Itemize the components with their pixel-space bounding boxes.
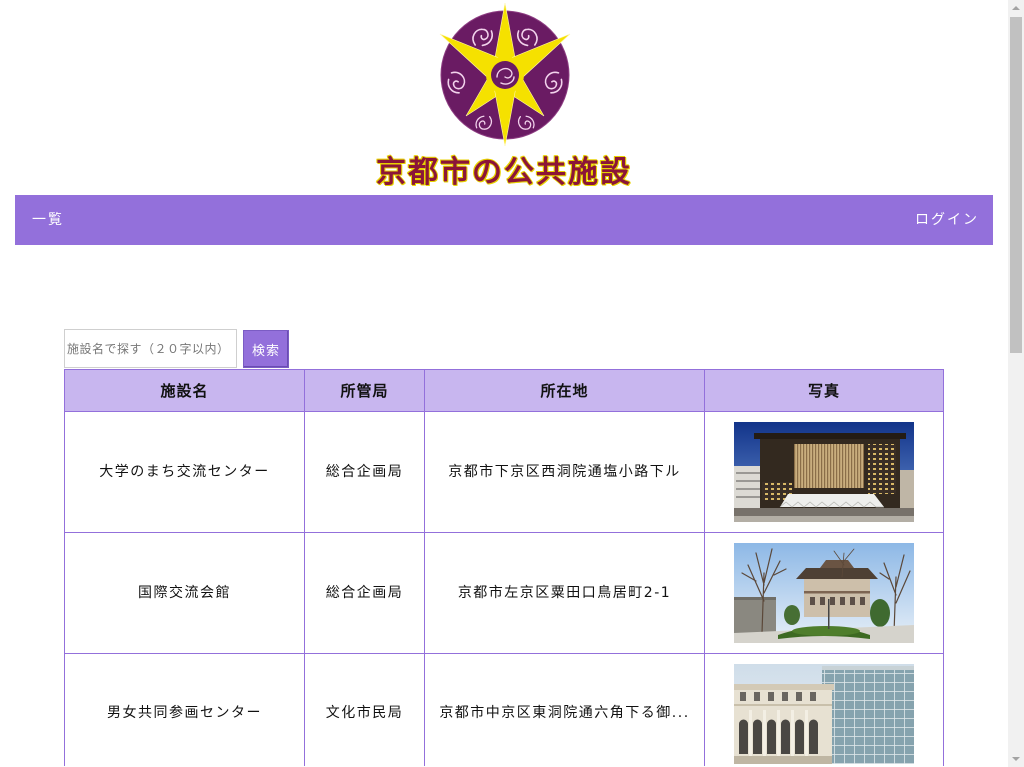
facility-name-cell: 国際交流会館 [65, 533, 305, 654]
facility-address: 京都市左京区粟田口鳥居町2-1 [457, 585, 672, 601]
address-cell: 京都市中京区東洞院通六角下る御... [425, 654, 705, 766]
bureau-name: 文化市民局 [325, 705, 404, 721]
photo-cell [705, 533, 944, 654]
column-header-name: 施設名 [65, 370, 305, 412]
bureau-cell: 文化市民局 [305, 654, 425, 766]
address-cell: 京都市左京区粟田口鳥居町2-1 [425, 533, 705, 654]
scroll-down-button[interactable] [1008, 750, 1024, 767]
search-button[interactable]: 検索 [243, 330, 289, 368]
bureau-cell: 総合企画局 [305, 412, 425, 533]
photo-cell [705, 654, 944, 766]
page: 京都市の公共施設 一覧 ログイン 検索 施設名 所管局 所在地 写真 大学のまち… [0, 0, 1008, 767]
bureau-cell: 総合企画局 [305, 533, 425, 654]
kyoto-city-emblem-icon [439, 3, 571, 147]
table-header-row: 施設名 所管局 所在地 写真 [65, 370, 944, 412]
photo-cell [705, 412, 944, 533]
main-nav: 一覧 ログイン [15, 195, 993, 245]
scroll-up-button[interactable] [1008, 0, 1024, 17]
facility-table: 施設名 所管局 所在地 写真 大学のまち交流センター 総合企画局 京都市下京区西… [64, 369, 944, 766]
arrow-down-icon [1012, 757, 1020, 761]
site-title: 京都市の公共施設 [376, 155, 632, 190]
facility-address: 京都市中京区東洞院通六角下る御... [439, 705, 690, 721]
nav-list-link[interactable]: 一覧 [32, 195, 64, 245]
facility-photo [734, 422, 914, 522]
scrollbar-thumb[interactable] [1010, 17, 1022, 353]
search-input[interactable] [64, 329, 237, 368]
facility-name: 国際交流会館 [138, 585, 231, 601]
facility-name: 大学のまち交流センター [99, 464, 270, 480]
table-row: 男女共同参画センター 文化市民局 京都市中京区東洞院通六角下る御... [65, 654, 944, 766]
nav-login-link[interactable]: ログイン [915, 195, 979, 245]
column-header-address: 所在地 [425, 370, 705, 412]
facility-name-cell: 男女共同参画センター [65, 654, 305, 766]
facility-address: 京都市下京区西洞院通塩小路下ル [448, 464, 681, 480]
arrow-up-icon [1012, 6, 1020, 10]
table-row: 国際交流会館 総合企画局 京都市左京区粟田口鳥居町2-1 [65, 533, 944, 654]
bureau-name: 総合企画局 [325, 464, 404, 480]
column-header-photo: 写真 [705, 370, 944, 412]
table-row: 大学のまち交流センター 総合企画局 京都市下京区西洞院通塩小路下ル [65, 412, 944, 533]
facility-photo [734, 664, 914, 764]
bureau-name: 総合企画局 [325, 585, 404, 601]
facility-photo [734, 543, 914, 643]
column-header-bureau: 所管局 [305, 370, 425, 412]
address-cell: 京都市下京区西洞院通塩小路下ル [425, 412, 705, 533]
facility-name: 男女共同参画センター [107, 705, 262, 721]
facility-name-cell: 大学のまち交流センター [65, 412, 305, 533]
vertical-scrollbar[interactable] [1008, 0, 1024, 767]
